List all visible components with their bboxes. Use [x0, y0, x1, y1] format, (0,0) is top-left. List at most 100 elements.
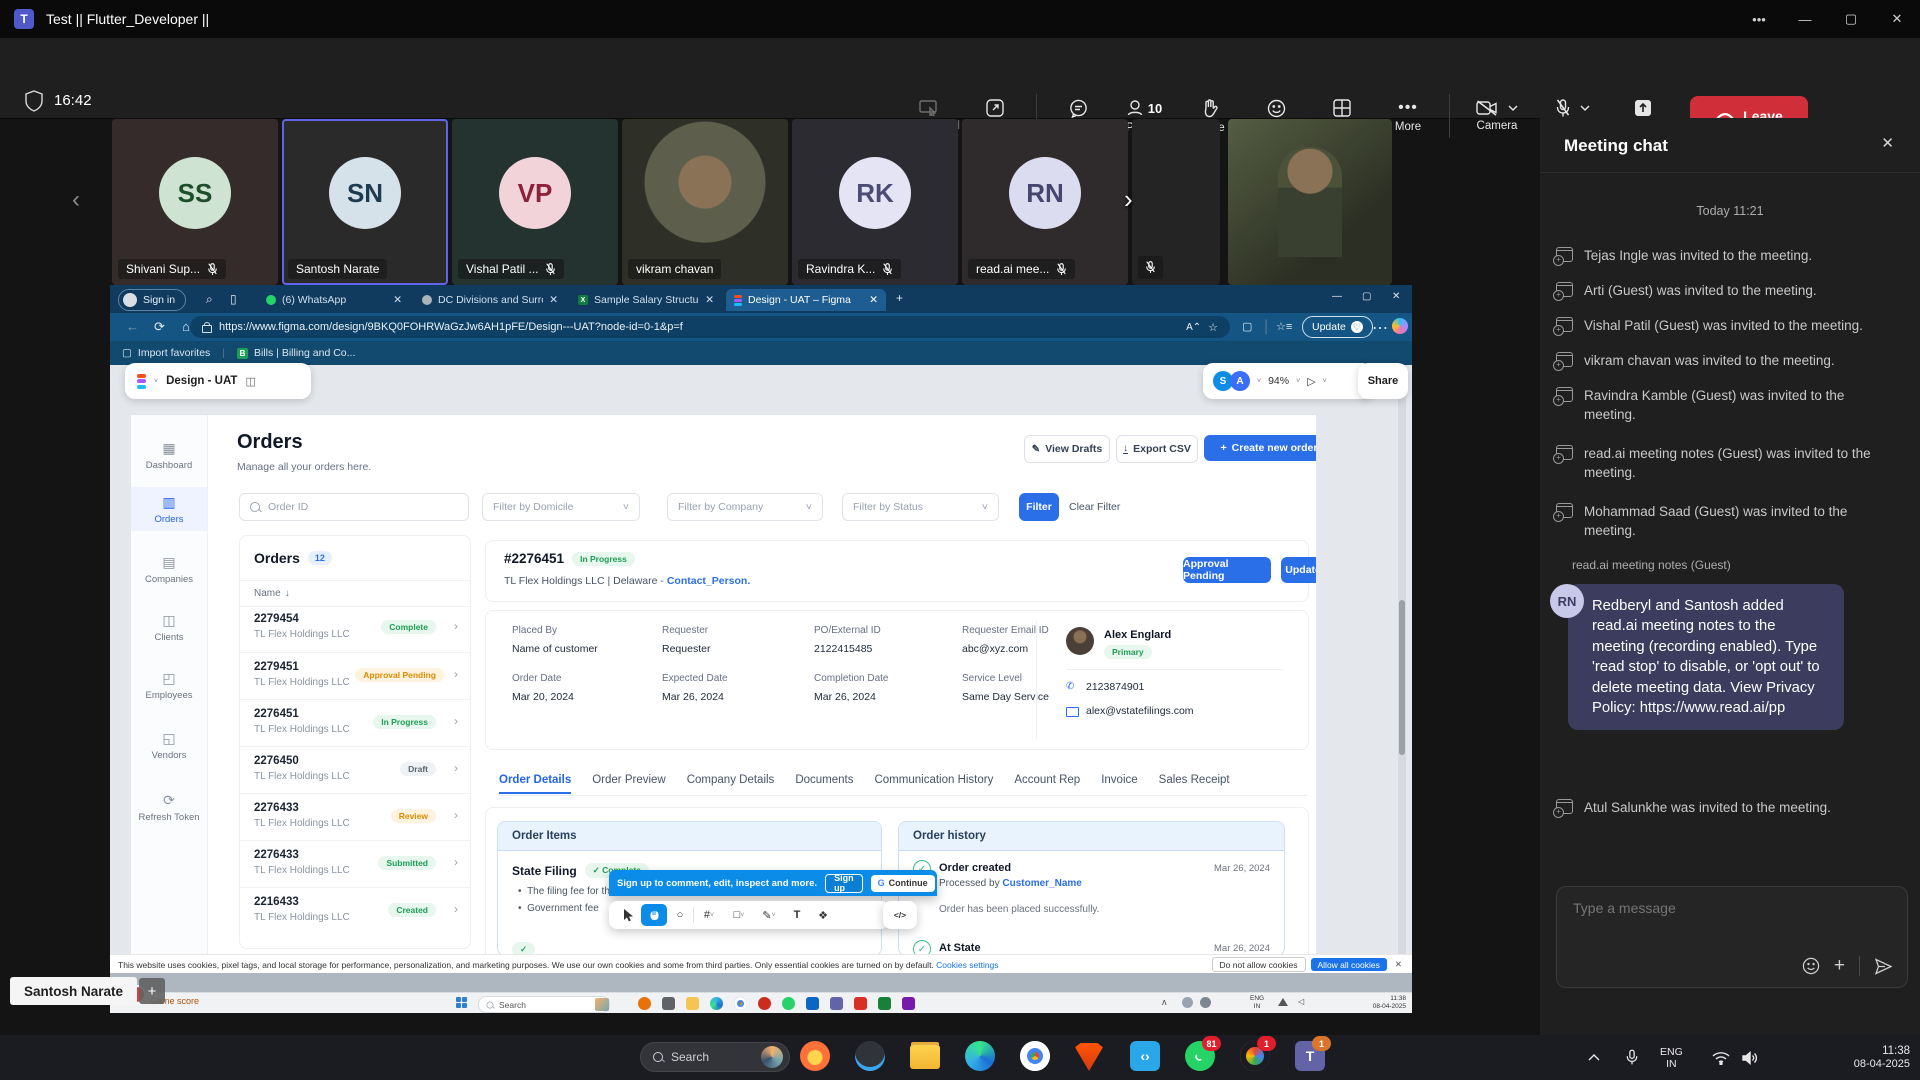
tray-expand-icon[interactable]: ᴧ — [1162, 997, 1167, 1007]
tab-invoice[interactable]: Invoice — [1101, 774, 1137, 786]
export-csv-button[interactable]: ↓Export CSV — [1116, 435, 1198, 463]
filter-button[interactable]: Filter — [1019, 493, 1059, 521]
start-button[interactable] — [599, 1041, 631, 1073]
close-icon[interactable]: ✕ — [1874, 0, 1920, 38]
brave-icon[interactable] — [1075, 1043, 1103, 1071]
sort-down-icon[interactable]: ↓ — [285, 588, 290, 599]
new-tab-icon[interactable]: + — [896, 291, 903, 305]
browser-update-button[interactable]: Update ♡ — [1302, 316, 1373, 338]
camera-chevron-icon[interactable] — [1508, 105, 1518, 111]
order-row[interactable]: 2279451TL Flex Holdings LLCApproval Pend… — [240, 652, 470, 700]
tab-account-rep[interactable]: Account Rep — [1014, 774, 1080, 786]
pin-add-icon[interactable]: + — [139, 978, 165, 1004]
participant-tile[interactable]: VP Vishal Patil ... — [452, 119, 618, 285]
tray-icon[interactable] — [1182, 997, 1193, 1008]
contact-email[interactable]: alex@vstatefilings.com — [1086, 705, 1194, 717]
language-indicator[interactable]: ENGIN — [1660, 1046, 1683, 1070]
contact-phone[interactable]: 2123874901 — [1086, 681, 1144, 693]
zoom-level[interactable]: 94% — [1268, 375, 1289, 387]
order-id-search-input[interactable]: Order ID — [239, 493, 469, 521]
volume-icon[interactable] — [1742, 1051, 1758, 1065]
browser-maximize-icon[interactable]: ▢ — [1362, 291, 1371, 302]
tab-order-details[interactable]: Order Details — [499, 774, 571, 786]
clock[interactable]: 11:3808-04-2025 — [1332, 995, 1406, 1011]
app-icon[interactable] — [855, 1041, 885, 1071]
browser-minimize-icon[interactable]: — — [1332, 291, 1342, 302]
attach-plus-icon[interactable]: + — [1834, 955, 1845, 977]
camera-button[interactable]: Camera — [1458, 84, 1536, 148]
comment-tool-icon[interactable]: ○ — [667, 904, 693, 926]
tab-close-icon[interactable]: ✕ — [549, 294, 558, 306]
whatsapp-icon[interactable] — [782, 997, 795, 1010]
shape-tool-icon[interactable]: □˅ — [724, 904, 754, 926]
order-row[interactable]: 2276433TL Flex Holdings LLCSubmitted› — [240, 840, 470, 888]
address-bar[interactable]: https://www.figma.com/design/9BKQ0FOHRWa… — [190, 316, 1230, 338]
deny-cookies-button[interactable]: Do not allow cookies — [1212, 957, 1306, 972]
move-tool-icon[interactable] — [615, 904, 641, 926]
figma-doc-title[interactable]: Design - UAT — [166, 375, 237, 387]
clear-filter-button[interactable]: Clear Filter — [1069, 493, 1120, 521]
favorite-star-icon[interactable]: ☆ — [1208, 321, 1218, 334]
browser-close-icon[interactable]: ✕ — [1392, 291, 1400, 302]
tray-icon[interactable] — [1200, 997, 1211, 1008]
chevron-down-icon[interactable]: ˅ — [1257, 378, 1261, 385]
chevron-down-icon[interactable]: ˅ — [1323, 378, 1327, 385]
contact-person-link[interactable]: Contact_Person. — [667, 575, 750, 587]
update-status-button[interactable]: Update status — [1281, 557, 1316, 583]
extensions-icon[interactable]: ▢ — [1242, 320, 1252, 333]
message-input[interactable] — [1571, 899, 1875, 917]
figma-share-button[interactable]: Share — [1358, 363, 1408, 399]
tab-documents[interactable]: Documents — [795, 774, 853, 786]
excel-icon[interactable] — [878, 997, 891, 1010]
tab-communication-history[interactable]: Communication History — [874, 774, 993, 786]
bookmark-bills[interactable]: Bills | Billing and Co... — [254, 347, 355, 359]
order-row[interactable]: 2279454TL Flex Holdings LLCComplete› — [240, 605, 470, 652]
back-icon[interactable]: ← — [126, 319, 139, 334]
tab-close-icon[interactable]: ✕ — [869, 294, 878, 306]
tab-search-icon[interactable]: ⌕ — [206, 292, 213, 307]
collaborator-avatar[interactable]: A — [1230, 371, 1250, 391]
volume-icon[interactable]: ◁ — [1298, 997, 1304, 1006]
edge-icon[interactable] — [710, 997, 723, 1010]
sidebar-item-employees[interactable]: ◰Employees — [131, 663, 207, 707]
firefox-icon[interactable] — [800, 1041, 830, 1071]
tab-close-icon[interactable]: ✕ — [393, 294, 402, 306]
bookmark-import-favorites[interactable]: Import favorites — [138, 347, 210, 359]
order-row[interactable]: 2216433TL Flex Holdings LLCCreated› — [240, 887, 470, 935]
canvas-scrollbar-thumb[interactable] — [1399, 600, 1405, 755]
cookie-settings-link[interactable]: Cookies settings — [936, 960, 998, 970]
chat-close-icon[interactable]: ✕ — [1881, 134, 1894, 152]
send-icon[interactable] — [1874, 958, 1893, 975]
teams-icon[interactable] — [830, 997, 843, 1010]
emoji-icon[interactable] — [1802, 957, 1820, 975]
app-icon[interactable] — [662, 997, 675, 1010]
sidebar-item-vendors[interactable]: ◱Vendors — [131, 723, 207, 767]
taskbar-search[interactable]: Search — [640, 1042, 790, 1072]
wifi-icon[interactable] — [1712, 1051, 1730, 1065]
pages-panel-icon[interactable]: ◫ — [245, 375, 255, 388]
app-icon[interactable] — [638, 997, 651, 1010]
hand-tool-icon[interactable] — [641, 904, 667, 926]
favorites-bar-icon[interactable]: ☆≡ — [1276, 320, 1292, 333]
approval-pending-button[interactable]: Approval Pending — [1183, 557, 1271, 583]
home-icon[interactable]: ⌂ — [182, 319, 190, 334]
pdf-icon[interactable] — [854, 997, 867, 1010]
cookie-close-icon[interactable]: ✕ — [1395, 959, 1402, 970]
chrome-icon[interactable] — [1020, 1041, 1050, 1071]
filter-company-select[interactable]: Filter by Company˅ — [667, 493, 823, 521]
figma-logo-icon[interactable] — [137, 374, 146, 389]
tab-order-preview[interactable]: Order Preview — [592, 774, 666, 786]
browser-tab[interactable]: (6) WhatsApp ✕ — [258, 289, 410, 311]
order-row[interactable]: 2276450TL Flex Holdings LLCDraft› — [240, 746, 470, 794]
participant-tile[interactable]: SN Santosh Narate — [282, 119, 448, 285]
create-new-order-button[interactable]: +Create new order — [1204, 435, 1316, 461]
strip-scroll-left-icon[interactable]: ‹ — [72, 186, 80, 214]
maximize-icon[interactable]: ▢ — [1828, 0, 1874, 38]
participant-tile-video[interactable] — [1228, 119, 1392, 285]
allow-cookies-button[interactable]: Allow all cookies — [1311, 958, 1387, 971]
tab-company-details[interactable]: Company Details — [687, 774, 775, 786]
filter-status-select[interactable]: Filter by Status˅ — [842, 493, 999, 521]
sidebar-item-dashboard[interactable]: ▦Dashboard — [131, 433, 207, 477]
strip-scroll-right-icon[interactable]: › — [1124, 184, 1133, 215]
chat-input-box[interactable]: + — [1556, 886, 1908, 988]
